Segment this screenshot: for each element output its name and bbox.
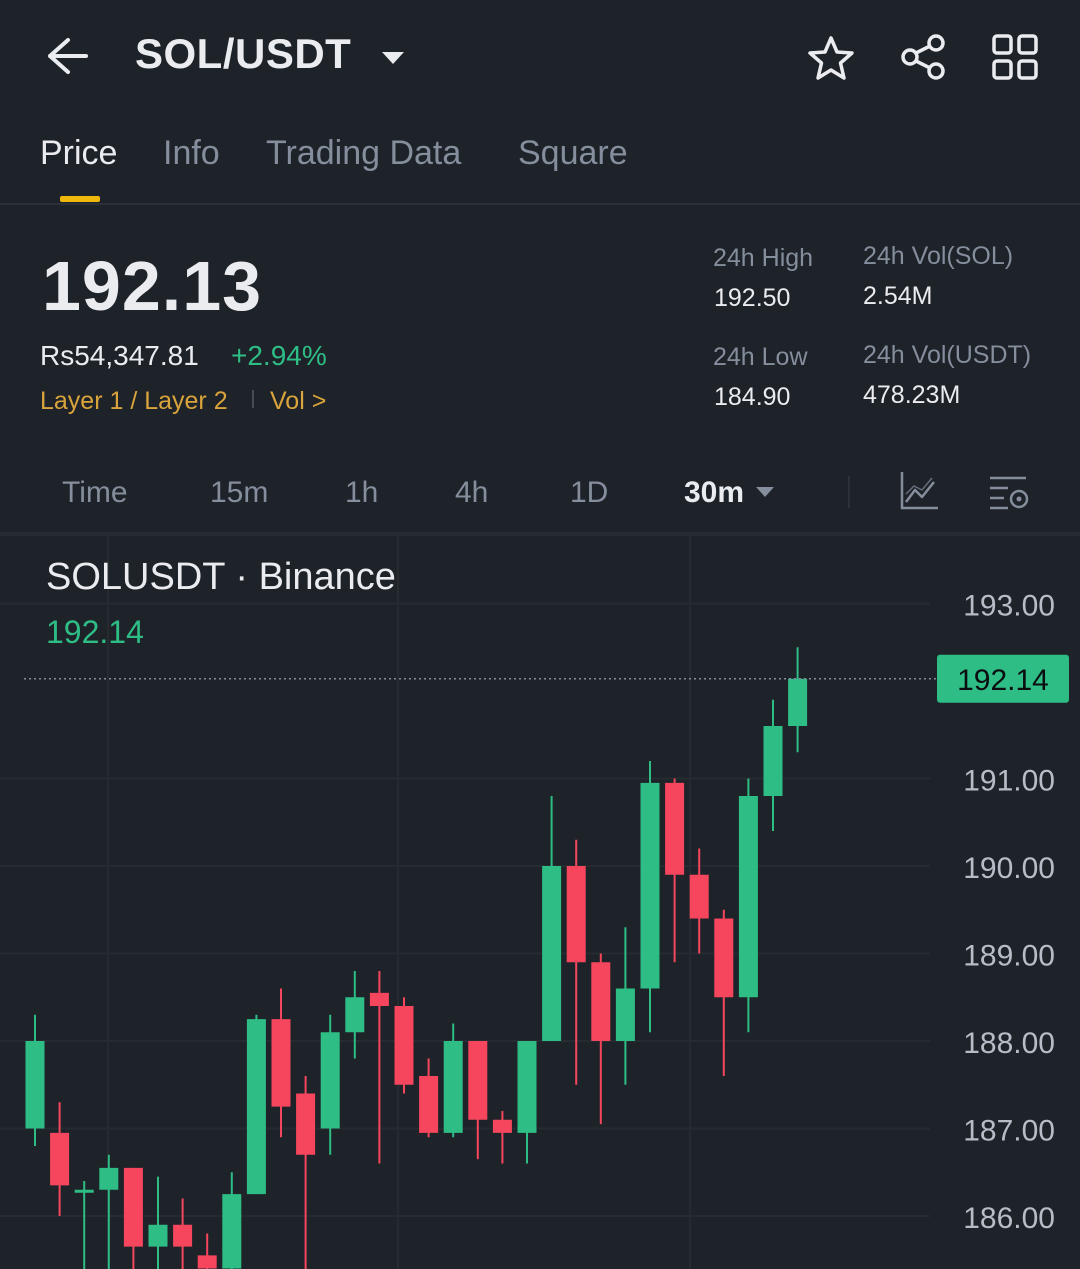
price-tick-label: 191.00 — [963, 765, 1055, 798]
candle-body — [320, 1032, 340, 1129]
candle-body — [738, 796, 758, 998]
candle-body — [591, 962, 611, 1041]
interval-selected[interactable]: 30m — [684, 476, 744, 510]
candle-body — [148, 1224, 168, 1247]
candle-body — [443, 1041, 463, 1133]
candle-body — [566, 866, 586, 963]
category-tag[interactable]: Layer 1 / Layer 2 — [40, 387, 228, 416]
tab-info[interactable]: Info — [163, 134, 220, 173]
low-value: 184.90 — [714, 383, 791, 411]
grid-icon[interactable] — [990, 32, 1040, 82]
candle-body — [640, 782, 660, 989]
change-percent: +2.94% — [231, 340, 327, 371]
vol-base-label: 24h Vol(SOL) — [863, 242, 1014, 270]
vol-quote-value: 478.23M — [863, 381, 961, 409]
candle-body — [419, 1076, 439, 1133]
candle-body — [763, 726, 783, 796]
tag-divider — [252, 390, 254, 408]
candle-body — [542, 866, 562, 1041]
tab-square[interactable]: Square — [518, 134, 628, 173]
tab-price[interactable]: Price — [40, 134, 117, 173]
candle-body — [369, 992, 389, 1006]
candle-body — [197, 1255, 217, 1269]
price-tick-label: 190.00 — [963, 852, 1055, 885]
back-arrow-icon[interactable] — [44, 34, 90, 78]
candle-body — [665, 782, 685, 875]
price-tick-label: 188.00 — [963, 1027, 1055, 1060]
active-tab-indicator — [60, 196, 100, 202]
share-icon[interactable] — [898, 32, 948, 82]
candle-body — [74, 1189, 94, 1193]
candle-body — [468, 1041, 488, 1120]
vol-tag[interactable]: Vol > — [270, 387, 326, 416]
candle-body — [689, 874, 709, 919]
interval-4h[interactable]: 4h — [455, 476, 488, 510]
candle-body — [345, 997, 365, 1033]
chart-settings-icon[interactable] — [988, 472, 1032, 512]
fiat-price: Rs54,347.81 — [40, 340, 199, 371]
candle-body — [246, 1019, 266, 1195]
candle-body — [615, 988, 635, 1041]
tabs-divider — [0, 203, 1080, 205]
candle-body — [50, 1132, 70, 1186]
candle-body — [222, 1194, 242, 1269]
star-icon[interactable] — [806, 34, 856, 82]
candle-body — [788, 678, 808, 726]
price-tick-label: 187.00 — [963, 1115, 1055, 1148]
last-price-badge-label: 192.14 — [957, 664, 1049, 697]
indicator-chart-icon[interactable] — [898, 470, 940, 512]
candle-body — [492, 1119, 512, 1133]
chart-last-price: 192.14 — [46, 614, 144, 650]
candle-body — [25, 1041, 45, 1129]
interval-1h[interactable]: 1h — [345, 476, 378, 510]
tab-trading-data[interactable]: Trading Data — [266, 134, 461, 173]
candle-body — [271, 1019, 291, 1107]
chevron-down-icon[interactable] — [380, 50, 406, 66]
chart-symbol: SOLUSDT · Binance — [46, 556, 396, 598]
chevron-down-icon[interactable] — [755, 486, 775, 498]
high-label: 24h High — [713, 244, 814, 272]
interval-1d[interactable]: 1D — [570, 476, 608, 510]
top-bar: SOL/USDT — [0, 0, 1080, 110]
interval-time[interactable]: Time — [62, 476, 128, 510]
candle-body — [123, 1167, 143, 1247]
candlestick-chart[interactable]: 193.00 191.00 190.00 189.00 188.00 187.00 186.… — [0, 536, 1080, 1269]
last-price: 192.13 — [42, 247, 263, 325]
interval-15m[interactable]: 15m — [210, 476, 268, 510]
vol-base-value: 2.54M — [863, 282, 933, 310]
pair-title[interactable]: SOL/USDT — [135, 30, 351, 78]
low-label: 24h Low — [713, 343, 808, 371]
high-value: 192.50 — [714, 284, 791, 312]
vol-quote-label: 24h Vol(USDT) — [863, 341, 1032, 369]
candle-body — [714, 918, 734, 998]
price-tick-label: 186.00 — [963, 1202, 1055, 1235]
price-tick-label: 189.00 — [963, 940, 1055, 973]
candle-body — [517, 1041, 537, 1133]
candle-body — [173, 1224, 193, 1247]
candle-body — [99, 1167, 119, 1190]
interval-divider — [848, 476, 850, 508]
candle-body — [394, 1006, 414, 1085]
price-tick-label: 193.00 — [963, 590, 1055, 623]
candle-body — [296, 1093, 316, 1155]
